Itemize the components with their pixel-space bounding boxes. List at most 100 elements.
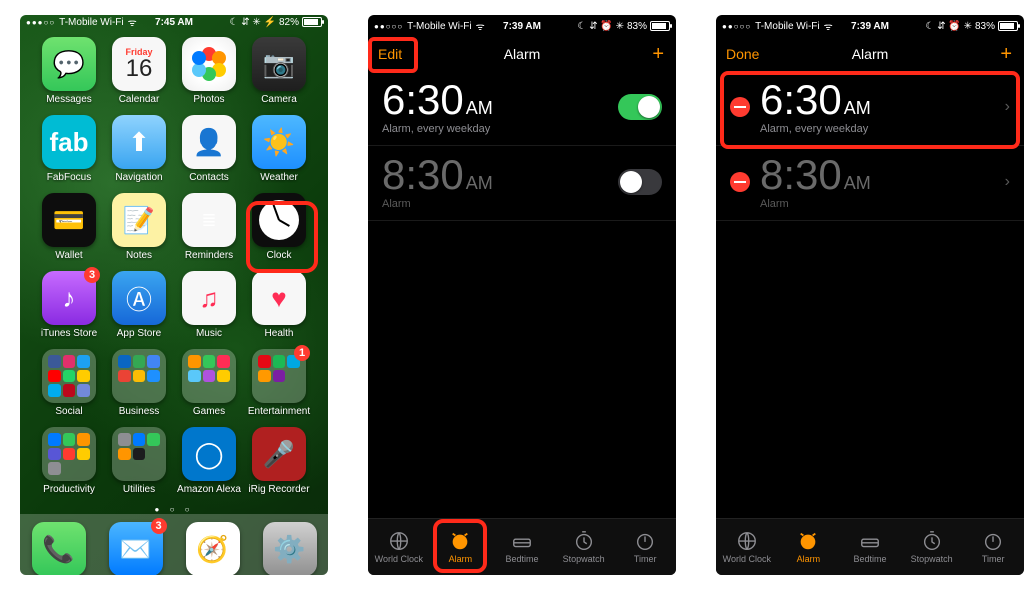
- app-contacts[interactable]: 👤Contacts: [176, 115, 242, 183]
- battery-pct: 82%: [279, 17, 299, 28]
- health-icon: ♥: [252, 271, 306, 325]
- safari-icon: 🧭: [186, 522, 240, 575]
- signal-dots: ●●●○○: [26, 18, 55, 27]
- battery-icon: [998, 21, 1018, 31]
- status-icons: ☾ ⇵ ✳ ⚡: [229, 17, 276, 28]
- alarm-toggle[interactable]: [618, 169, 662, 195]
- page-indicator: ● ○ ○: [20, 505, 328, 514]
- app-irig[interactable]: 🎤iRig Recorder: [246, 427, 312, 495]
- notes-icon: 📝: [112, 193, 166, 247]
- weather-icon: ☀️: [252, 115, 306, 169]
- tabbar: World Clock Alarm Bedtime Stopwatch Time…: [368, 518, 676, 575]
- appstore-icon: Ⓐ: [112, 271, 166, 325]
- navbar-title: Alarm: [504, 46, 541, 62]
- app-settings[interactable]: ⚙️Settings: [257, 522, 323, 575]
- app-alexa[interactable]: ◯Amazon Alexa: [176, 427, 242, 495]
- folder-entertainment[interactable]: 1Entertainment: [246, 349, 312, 417]
- app-wallet[interactable]: 💳Wallet: [36, 193, 102, 261]
- folder-icon: [42, 349, 96, 403]
- chevron-right-icon: ›: [1005, 173, 1010, 191]
- folder-icon: [112, 349, 166, 403]
- tabbar: World Clock Alarm Bedtime Stopwatch Time…: [716, 518, 1024, 575]
- carrier-label: T-Mobile Wi-Fi: [59, 17, 123, 28]
- wifi-icon: ᯤ: [128, 15, 137, 29]
- alarm-row-edit[interactable]: 6:30AM Alarm, every weekday ›: [716, 71, 1024, 146]
- folder-business[interactable]: Business: [106, 349, 172, 417]
- chevron-right-icon: ›: [1005, 98, 1010, 116]
- app-navigation[interactable]: ⬆Navigation: [106, 115, 172, 183]
- delete-button[interactable]: [730, 97, 750, 117]
- add-button[interactable]: +: [652, 44, 664, 64]
- app-photos[interactable]: Photos: [176, 37, 242, 105]
- navbar: Edit Alarm +: [368, 37, 676, 71]
- home-grid: 💬Messages Friday16Calendar Photos 📷Camer…: [20, 29, 328, 505]
- app-safari[interactable]: 🧭Safari: [180, 522, 246, 575]
- done-button[interactable]: Done: [726, 46, 759, 62]
- alarm-toggle[interactable]: [618, 94, 662, 120]
- navbar: Done Alarm +: [716, 37, 1024, 71]
- tab-bedtime[interactable]: Bedtime: [491, 519, 553, 575]
- reminders-icon: ≣: [182, 193, 236, 247]
- alexa-icon: ◯: [182, 427, 236, 481]
- alarm-row-edit[interactable]: 8:30AM Alarm ›: [716, 146, 1024, 221]
- phone-home: ●●●○○ T-Mobile Wi-Fi ᯤ 7:45 AM ☾ ⇵ ✳ ⚡ 8…: [20, 15, 328, 575]
- alarm-list: 6:30AM Alarm, every weekday 8:30AM Alarm: [368, 71, 676, 518]
- app-notes[interactable]: 📝Notes: [106, 193, 172, 261]
- app-itunes[interactable]: ♪3iTunes Store: [36, 271, 102, 339]
- mic-icon: 🎤: [252, 427, 306, 481]
- battery-icon: [302, 17, 322, 27]
- status-time: 7:39 AM: [851, 21, 889, 32]
- alarm-row[interactable]: 6:30AM Alarm, every weekday: [368, 71, 676, 146]
- alarm-subtitle: Alarm, every weekday: [382, 123, 493, 135]
- gear-icon: ⚙️: [263, 522, 317, 575]
- app-music[interactable]: ♫Music: [176, 271, 242, 339]
- edit-button[interactable]: Edit: [378, 46, 402, 62]
- folder-icon: [182, 349, 236, 403]
- folder-games[interactable]: Games: [176, 349, 242, 417]
- tab-world-clock[interactable]: World Clock: [368, 519, 430, 575]
- app-phone[interactable]: 📞Phone: [26, 522, 92, 575]
- wallet-icon: 💳: [42, 193, 96, 247]
- delete-button[interactable]: [730, 172, 750, 192]
- app-messages[interactable]: 💬Messages: [36, 37, 102, 105]
- app-reminders[interactable]: ≣Reminders: [176, 193, 242, 261]
- folder-social[interactable]: Social: [36, 349, 102, 417]
- folder-utilities[interactable]: Utilities: [106, 427, 172, 495]
- app-camera[interactable]: 📷Camera: [246, 37, 312, 105]
- app-health[interactable]: ♥Health: [246, 271, 312, 339]
- status-bar: ●●●○○ T-Mobile Wi-Fi ᯤ 7:45 AM ☾ ⇵ ✳ ⚡ 8…: [20, 15, 328, 29]
- fabfocus-icon: fab: [42, 115, 96, 169]
- add-button[interactable]: +: [1000, 44, 1012, 64]
- clock-icon: [252, 193, 306, 247]
- photos-icon: [182, 37, 236, 91]
- app-mail[interactable]: ✉️3Mail: [103, 522, 169, 575]
- tab-alarm[interactable]: Alarm: [430, 519, 492, 575]
- tab-timer[interactable]: Timer: [614, 519, 676, 575]
- entertainment-badge: 1: [294, 345, 310, 361]
- alarm-time: 6:30: [382, 76, 464, 123]
- itunes-badge: 3: [84, 267, 100, 283]
- phone-alarm-edit: ●●○○○ T-Mobile Wi-Fi ᯤ 7:39 AM ☾ ⇵ ⏰ ✳83…: [716, 15, 1024, 575]
- navigation-icon: ⬆: [112, 115, 166, 169]
- app-calendar[interactable]: Friday16Calendar: [106, 37, 172, 105]
- tab-timer[interactable]: Timer: [962, 519, 1024, 575]
- tab-world-clock[interactable]: World Clock: [716, 519, 778, 575]
- app-clock[interactable]: Clock: [246, 193, 312, 261]
- music-icon: ♫: [182, 271, 236, 325]
- wifi-icon: ᯤ: [476, 19, 485, 33]
- tab-alarm[interactable]: Alarm: [778, 519, 840, 575]
- app-weather[interactable]: ☀️Weather: [246, 115, 312, 183]
- phone-icon: 📞: [32, 522, 86, 575]
- tab-stopwatch[interactable]: Stopwatch: [553, 519, 615, 575]
- alarm-row[interactable]: 8:30AM Alarm: [368, 146, 676, 221]
- folder-icon: [42, 427, 96, 481]
- app-fabfocus[interactable]: fabFabFocus: [36, 115, 102, 183]
- tab-bedtime[interactable]: Bedtime: [839, 519, 901, 575]
- tab-stopwatch[interactable]: Stopwatch: [901, 519, 963, 575]
- battery-icon: [650, 21, 670, 31]
- folder-productivity[interactable]: Productivity: [36, 427, 102, 495]
- app-appstore[interactable]: ⒶApp Store: [106, 271, 172, 339]
- contacts-icon: 👤: [182, 115, 236, 169]
- mail-badge: 3: [151, 518, 167, 534]
- wifi-icon: ᯤ: [824, 19, 833, 33]
